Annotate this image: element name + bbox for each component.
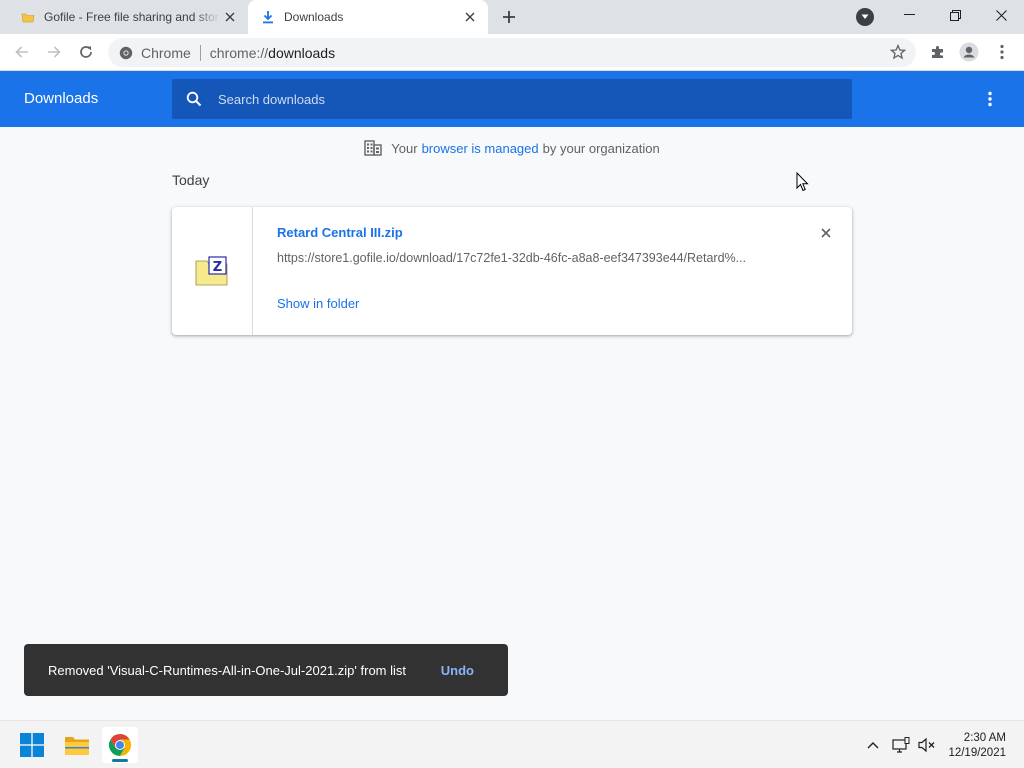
chrome-icon <box>108 733 132 757</box>
system-clock[interactable]: 2:30 AM 12/19/2021 <box>948 731 1006 761</box>
svg-text:Z: Z <box>213 260 222 275</box>
mouse-cursor-icon <box>796 171 809 197</box>
managed-notice: Your browser is managed by your organiza… <box>0 140 1024 156</box>
url-host: downloads <box>268 44 336 61</box>
extensions-puzzle-icon[interactable] <box>924 38 952 66</box>
download-source-url[interactable]: https://store1.gofile.io/download/17c72f… <box>277 251 777 265</box>
folder-favicon-icon <box>20 9 36 25</box>
remove-from-list-icon[interactable] <box>816 223 836 243</box>
volume-muted-icon[interactable] <box>915 733 939 757</box>
tab-gofile[interactable]: Gofile - Free file sharing and storage <box>8 0 248 34</box>
show-in-folder-link[interactable]: Show in folder <box>277 296 359 311</box>
page-title: Downloads <box>24 90 99 107</box>
download-favicon-icon <box>260 9 276 25</box>
restore-button[interactable] <box>932 0 978 30</box>
tab-title: Gofile - Free file sharing and storage <box>44 10 220 24</box>
forward-button[interactable] <box>40 38 68 66</box>
start-button[interactable] <box>14 727 50 763</box>
download-filename-link[interactable]: Retard Central III.zip <box>277 225 403 240</box>
bookmark-star-icon[interactable] <box>889 43 907 63</box>
tab-strip: Gofile - Free file sharing and storage D… <box>0 0 1024 34</box>
download-item-card: Z Retard Central III.zip https://store1.… <box>172 207 852 335</box>
managed-prefix: Your <box>391 140 418 156</box>
clock-date: 12/19/2021 <box>948 747 1006 759</box>
browser-managed-link[interactable]: browser is managed <box>422 141 539 156</box>
profile-avatar-icon[interactable] <box>955 38 983 66</box>
clock-time: 2:30 AM <box>963 732 1006 744</box>
active-app-indicator <box>112 759 128 762</box>
chrome-chip[interactable]: Chrome <box>108 45 191 61</box>
search-icon <box>186 91 202 107</box>
network-icon[interactable] <box>889 733 913 757</box>
chrome-taskbar-button[interactable] <box>102 727 138 763</box>
chrome-menu-icon[interactable] <box>988 38 1016 66</box>
file-icon-column: Z <box>172 207 253 335</box>
tab-search-button[interactable] <box>856 8 874 26</box>
search-input[interactable] <box>218 91 818 107</box>
minimize-button[interactable] <box>886 0 932 30</box>
chrome-chip-label: Chrome <box>141 44 191 61</box>
search-downloads-field[interactable] <box>172 79 852 119</box>
tab-downloads[interactable]: Downloads <box>248 0 488 34</box>
chrome-logo-icon <box>119 46 133 60</box>
new-tab-button[interactable] <box>498 6 520 28</box>
tab-title: Downloads <box>284 10 344 24</box>
show-hidden-icons-chevron-icon[interactable] <box>861 733 885 757</box>
omnibox-separator <box>199 44 201 61</box>
building-icon <box>364 140 382 156</box>
close-tab-icon[interactable] <box>220 7 240 27</box>
reload-button[interactable] <box>72 38 100 66</box>
zip-file-icon: Z <box>195 256 229 286</box>
downloads-header: Downloads <box>0 71 1024 127</box>
close-tab-icon[interactable] <box>460 7 480 27</box>
address-bar[interactable]: Chrome chrome://downloads <box>108 38 916 67</box>
url-scheme: chrome:// <box>209 44 269 61</box>
toast-message: Removed 'Visual-C-Runtimes-All-in-One-Ju… <box>48 662 407 678</box>
back-button[interactable] <box>8 38 36 66</box>
file-explorer-button[interactable] <box>59 727 95 763</box>
undo-button[interactable]: Undo <box>441 663 474 678</box>
browser-toolbar: Chrome chrome://downloads <box>0 34 1024 71</box>
more-actions-icon[interactable] <box>978 87 1002 111</box>
windows-taskbar: 2:30 AM 12/19/2021 <box>0 720 1024 768</box>
removed-toast: Removed 'Visual-C-Runtimes-All-in-One-Ju… <box>24 644 508 696</box>
folder-icon <box>64 734 90 756</box>
date-section-header: Today <box>172 172 210 188</box>
windows-logo-icon <box>20 733 44 757</box>
close-window-button[interactable] <box>978 0 1024 30</box>
managed-suffix: by your organization <box>542 140 660 156</box>
